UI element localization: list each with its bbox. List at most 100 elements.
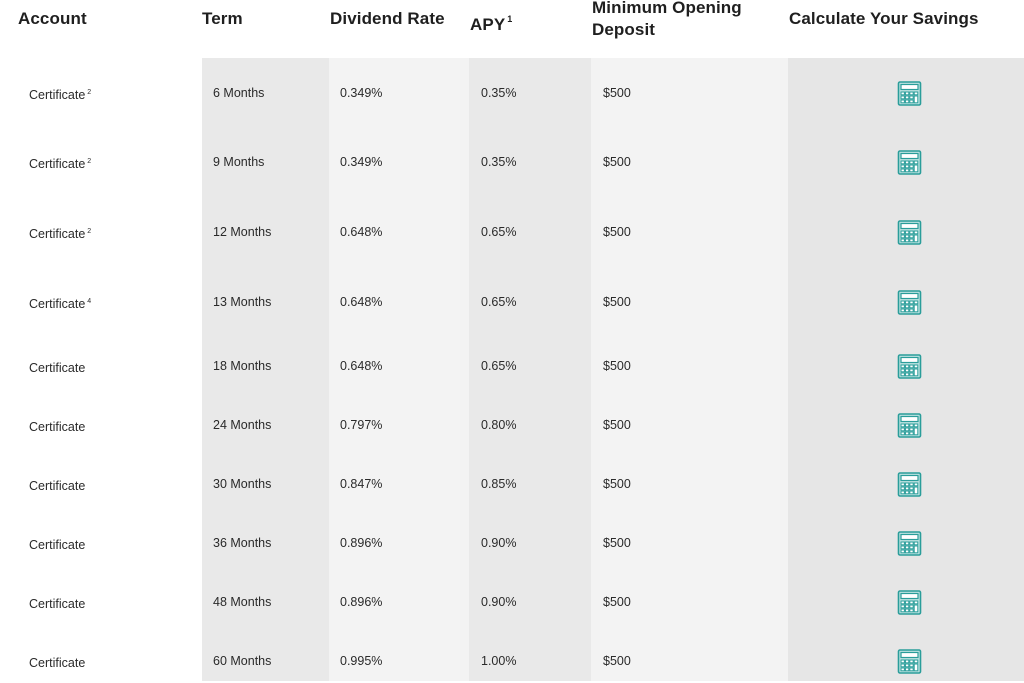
calculator-icon[interactable] [897, 531, 922, 556]
account-name: Certificate [29, 420, 86, 434]
account-footnote: 2 [87, 89, 92, 96]
account-cell: Certificate [29, 346, 87, 386]
dividend-rate-cell: 0.648% [340, 359, 383, 373]
apy-cell: 0.65% [481, 359, 517, 373]
table-row: Certificate 36 Months 0.896% 0.90% $500 [0, 523, 1024, 563]
table-row: Certificate 2 9 Months 0.349% 0.35% $500 [0, 142, 1024, 182]
account-cell: Certificate 4 [29, 282, 91, 322]
minimum-deposit-cell: $500 [603, 418, 631, 432]
dividend-rate-cell: 0.896% [340, 595, 383, 609]
table-row: Certificate 4 13 Months 0.648% 0.65% $500 [0, 282, 1024, 322]
account-cell: Certificate [29, 405, 87, 445]
table-row: Certificate 48 Months 0.896% 0.90% $500 [0, 582, 1024, 622]
account-cell: Certificate 2 [29, 142, 91, 182]
minimum-deposit-cell: $500 [603, 155, 631, 169]
calculator-icon[interactable] [897, 472, 922, 497]
calculator-icon[interactable] [897, 290, 922, 315]
dividend-rate-cell: 0.349% [340, 86, 383, 100]
calculator-icon-graphic [897, 220, 922, 245]
calculator-icon-graphic [897, 649, 922, 674]
account-name: Certificate [29, 479, 86, 493]
table-row: Certificate 24 Months 0.797% 0.80% $500 [0, 405, 1024, 445]
minimum-deposit-cell: $500 [603, 536, 631, 550]
header-dividend-rate: Dividend Rate [330, 9, 445, 28]
apy-cell: 0.80% [481, 418, 517, 432]
account-name: Certificate [29, 656, 86, 670]
account-footnote: 2 [87, 228, 92, 235]
calculator-icon-graphic [897, 531, 922, 556]
header-term: Term [202, 9, 243, 28]
term-cell: 6 Months [213, 86, 265, 100]
calculator-icon-graphic [897, 354, 922, 379]
account-footnote: 4 [87, 298, 92, 305]
apy-cell: 0.35% [481, 86, 517, 100]
account-name: Certificate [29, 88, 86, 102]
apy-cell: 1.00% [481, 654, 517, 668]
calculator-icon-graphic [897, 472, 922, 497]
header-apy-label: APY [470, 15, 506, 34]
calculator-icon-graphic [897, 590, 922, 615]
calculator-icon[interactable] [897, 590, 922, 615]
account-cell: Certificate [29, 582, 87, 622]
minimum-deposit-cell: $500 [603, 654, 631, 668]
header-apy: APY 1 [470, 8, 512, 36]
account-cell: Certificate [29, 641, 87, 681]
term-cell: 30 Months [213, 477, 272, 491]
minimum-deposit-cell: $500 [603, 225, 631, 239]
header-calculate-your-savings: Calculate Your Savings [789, 9, 979, 28]
table-row: Certificate 30 Months 0.847% 0.85% $500 [0, 464, 1024, 504]
minimum-deposit-cell: $500 [603, 86, 631, 100]
term-cell: 18 Months [213, 359, 272, 373]
dividend-rate-cell: 0.349% [340, 155, 383, 169]
account-cell: Certificate [29, 523, 87, 563]
account-name: Certificate [29, 361, 86, 375]
account-name: Certificate [29, 227, 86, 241]
apy-cell: 0.90% [481, 536, 517, 550]
calculator-icon[interactable] [897, 150, 922, 175]
minimum-deposit-cell: $500 [603, 477, 631, 491]
apy-cell: 0.90% [481, 595, 517, 609]
account-name: Certificate [29, 297, 86, 311]
minimum-deposit-cell: $500 [603, 359, 631, 373]
apy-cell: 0.65% [481, 295, 517, 309]
dividend-rate-cell: 0.648% [340, 225, 383, 239]
calculator-icon[interactable] [897, 81, 922, 106]
calculator-icon-graphic [897, 150, 922, 175]
calculator-icon[interactable] [897, 354, 922, 379]
apy-cell: 0.85% [481, 477, 517, 491]
term-cell: 13 Months [213, 295, 272, 309]
dividend-rate-cell: 0.797% [340, 418, 383, 432]
table-row: Certificate 2 12 Months 0.648% 0.65% $500 [0, 212, 1024, 252]
term-cell: 48 Months [213, 595, 272, 609]
calculator-icon[interactable] [897, 649, 922, 674]
minimum-deposit-cell: $500 [603, 295, 631, 309]
calculator-icon-graphic [897, 413, 922, 438]
account-cell: Certificate [29, 464, 87, 504]
calculator-icon[interactable] [897, 220, 922, 245]
term-cell: 36 Months [213, 536, 272, 550]
header-minimum-opening-deposit: Minimum Opening Deposit [592, 0, 742, 41]
table-row: Certificate 60 Months 0.995% 1.00% $500 [0, 641, 1024, 681]
dividend-rate-cell: 0.648% [340, 295, 383, 309]
account-footnote: 2 [87, 158, 92, 165]
account-name: Certificate [29, 157, 86, 171]
table-row: Certificate 18 Months 0.648% 0.65% $500 [0, 346, 1024, 386]
term-cell: 12 Months [213, 225, 272, 239]
term-cell: 24 Months [213, 418, 272, 432]
dividend-rate-cell: 0.847% [340, 477, 383, 491]
header-min-line2: Deposit [592, 20, 656, 39]
account-cell: Certificate 2 [29, 73, 91, 113]
calculator-icon-graphic [897, 81, 922, 106]
header-min-line1: Minimum Opening [592, 0, 742, 17]
calculator-icon-graphic [897, 290, 922, 315]
header-apy-footnote: 1 [507, 14, 513, 24]
account-cell: Certificate 2 [29, 212, 91, 252]
account-name: Certificate [29, 597, 86, 611]
calculator-icon[interactable] [897, 413, 922, 438]
term-cell: 9 Months [213, 155, 265, 169]
term-cell: 60 Months [213, 654, 272, 668]
apy-cell: 0.65% [481, 225, 517, 239]
table-row: Certificate 2 6 Months 0.349% 0.35% $500 [0, 73, 1024, 113]
dividend-rate-cell: 0.995% [340, 654, 383, 668]
dividend-rate-cell: 0.896% [340, 536, 383, 550]
